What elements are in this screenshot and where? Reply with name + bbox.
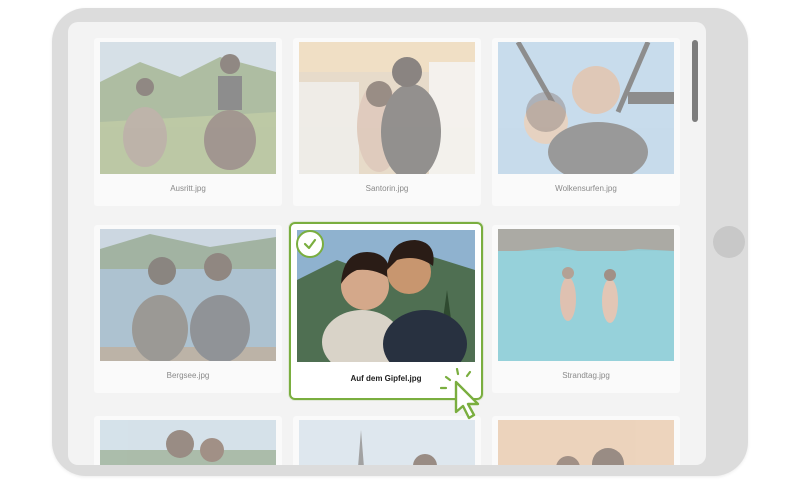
photo-thumbnail bbox=[299, 42, 475, 174]
photo-card-santorin[interactable]: Santorin.jpg bbox=[293, 38, 481, 206]
photo-filename: Santorin.jpg bbox=[365, 184, 409, 193]
photo-card-wolkensurfen[interactable]: Wolkensurfen.jpg bbox=[492, 38, 680, 206]
home-button[interactable] bbox=[713, 226, 745, 258]
photo-thumbnail bbox=[498, 42, 674, 174]
photo-card-row3-3[interactable] bbox=[492, 416, 680, 465]
photo-thumbnail bbox=[299, 420, 475, 465]
photo-thumbnail bbox=[297, 230, 475, 362]
vertical-scrollbar[interactable] bbox=[692, 40, 698, 122]
photo-card-row3-1[interactable] bbox=[94, 416, 282, 465]
photo-gallery-screen: Ausritt.jpg Santorin.jpg Wolkensurfen.jp… bbox=[68, 22, 706, 465]
photo-thumbnail bbox=[498, 229, 674, 361]
check-icon bbox=[296, 230, 324, 258]
hand-pointer-icon bbox=[439, 367, 496, 424]
photo-thumbnail bbox=[498, 420, 674, 465]
photo-filename: Strandtag.jpg bbox=[562, 371, 610, 380]
photo-card-bergsee[interactable]: Bergsee.jpg bbox=[94, 225, 282, 393]
photo-card-strandtag[interactable]: Strandtag.jpg bbox=[492, 225, 680, 393]
photo-thumbnail bbox=[100, 420, 276, 465]
photo-filename: Ausritt.jpg bbox=[170, 184, 206, 193]
photo-filename: Bergsee.jpg bbox=[166, 371, 210, 380]
photo-card-ausritt[interactable]: Ausritt.jpg bbox=[94, 38, 282, 206]
photo-thumbnail bbox=[100, 229, 276, 361]
photo-filename: Wolkensurfen.jpg bbox=[555, 184, 617, 193]
photo-thumbnail bbox=[100, 42, 276, 174]
